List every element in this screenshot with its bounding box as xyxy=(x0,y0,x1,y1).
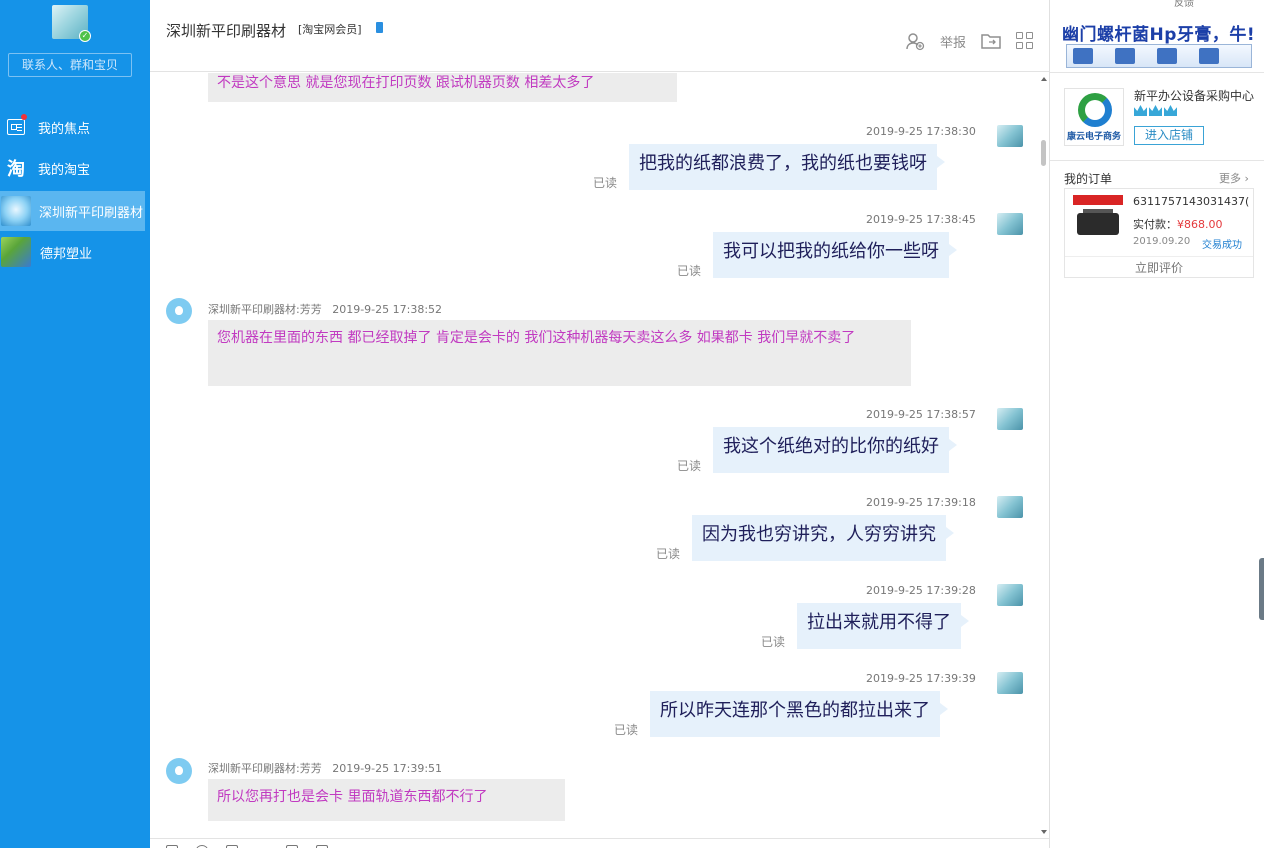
read-status: 已读 xyxy=(677,459,702,473)
apps-grid-icon[interactable] xyxy=(1015,31,1035,51)
message-timestamp: 2019-9-25 17:38:45 xyxy=(866,213,976,226)
message-scrollbar[interactable] xyxy=(1038,73,1049,838)
message-bubble-sent: 我可以把我的纸给你一些呀 xyxy=(713,232,957,278)
sidebar-item-contact-debang[interactable]: 德邦塑业 xyxy=(0,232,150,272)
message-list: 不是这个意思 就是您现在打印页数 跟试机器页数 相差太多了 2019-9-25 … xyxy=(150,73,1038,838)
sidebar-item-label: 深圳新平印刷器材 xyxy=(39,205,144,221)
window-controls: 反馈 xyxy=(1050,0,1264,10)
mobile-online-icon xyxy=(376,22,383,33)
enter-shop-button[interactable]: 进入店铺 xyxy=(1134,126,1204,145)
contact-avatar xyxy=(1,196,31,226)
message-bubble-sent: 把我的纸都浪费了，我的纸也要钱呀 xyxy=(629,144,945,190)
order-date: 2019.09.20 xyxy=(1133,236,1191,247)
contact-avatar xyxy=(1,237,31,267)
message-timestamp: 2019-9-25 17:39:39 xyxy=(866,672,976,685)
online-status-icon: ✓ xyxy=(79,30,91,42)
folder-icon[interactable] xyxy=(981,31,1001,51)
taobao-icon: 淘 xyxy=(7,159,25,180)
read-status: 已读 xyxy=(761,635,786,649)
message-bubble-received: 您机器在里面的东西 都已经取掉了 肯定是会卡的 我们这种机器每天卖这么多 如果都… xyxy=(208,320,911,386)
my-avatar xyxy=(997,125,1023,147)
qianniu-chat-window: ✓ 我的焦点 淘 我的淘宝 深圳新平印刷器材 德邦塑业 深圳新平印刷器材 [淘宝… xyxy=(0,0,1264,848)
read-status: 已读 xyxy=(614,723,639,737)
add-contact-icon[interactable] xyxy=(904,31,926,51)
shop-logo[interactable]: 康云电子商务 xyxy=(1064,88,1124,146)
orders-more-link[interactable]: 更多 › xyxy=(1219,170,1249,186)
order-id: 6311757143031437( xyxy=(1133,195,1250,208)
sidebar-item-my-taobao[interactable]: 淘 我的淘宝 xyxy=(0,148,150,188)
scrollbar-thumb[interactable] xyxy=(1041,140,1046,166)
shop-name[interactable]: 新平办公设备采购中心 xyxy=(1134,87,1254,104)
right-panel: 反馈 幽门螺杆菌Hp牙膏，牛! 康云电子商务 新平办公设备采购中心 进入店铺 我… xyxy=(1049,0,1264,848)
message-timestamp: 2019-9-25 17:38:57 xyxy=(866,408,976,421)
paid-amount: 实付款：¥868.00 xyxy=(1133,218,1223,231)
divider xyxy=(1050,72,1264,73)
chat-title: 深圳新平印刷器材 xyxy=(166,22,287,40)
crown-rating-icon xyxy=(1134,105,1177,116)
my-avatar xyxy=(997,408,1023,430)
message-sender: 深圳新平印刷器材:芳芳 2019-9-25 17:38:52 xyxy=(208,303,443,316)
divider xyxy=(1050,160,1264,161)
user-avatar[interactable]: ✓ xyxy=(52,5,91,42)
read-status: 已读 xyxy=(677,264,702,278)
chevron-right-icon: › xyxy=(1244,172,1249,185)
my-avatar xyxy=(997,496,1023,518)
input-toolbar xyxy=(150,838,1049,848)
message-sender: 深圳新平印刷器材:芳芳 2019-9-25 17:39:51 xyxy=(208,762,443,775)
message-bubble-sent: 我这个纸绝对的比你的纸好 xyxy=(713,427,957,473)
ad-banner-image[interactable] xyxy=(1066,44,1252,68)
order-status[interactable]: 交易成功 xyxy=(1202,236,1242,251)
read-status: 已读 xyxy=(656,547,681,561)
read-status: 已读 xyxy=(593,176,618,190)
my-avatar xyxy=(997,584,1023,606)
scroll-up-arrow-icon[interactable] xyxy=(1041,77,1047,81)
message-timestamp: 2019-9-25 17:39:28 xyxy=(866,584,976,597)
contact-search-input[interactable] xyxy=(8,53,132,77)
message-bubble-sent: 所以昨天连那个黑色的都拉出来了 xyxy=(650,691,948,737)
message-bubble-received: 不是这个意思 就是您现在打印页数 跟试机器页数 相差太多了 xyxy=(208,73,677,102)
report-button[interactable]: 举报 xyxy=(936,31,970,51)
notification-dot xyxy=(21,114,27,120)
chat-header: 深圳新平印刷器材 [淘宝网会员] 举报 xyxy=(150,0,1049,72)
my-avatar xyxy=(997,672,1023,694)
member-badge: [淘宝网会员] xyxy=(298,23,362,36)
feedback-link[interactable]: 反馈 xyxy=(1174,0,1194,9)
message-bubble-sent: 因为我也穷讲究，人穷穷讲究 xyxy=(692,515,954,561)
sidebar-item-label: 我的淘宝 xyxy=(38,162,91,178)
message-bubble-sent: 拉出来就用不得了 xyxy=(797,603,969,649)
scroll-down-arrow-icon[interactable] xyxy=(1041,830,1047,834)
my-orders-heading: 我的订单 xyxy=(1064,172,1113,186)
message-timestamp: 2019-9-25 17:38:30 xyxy=(866,125,976,138)
seller-avatar xyxy=(166,298,192,324)
side-drawer-handle[interactable] xyxy=(1259,558,1264,620)
sidebar: ✓ 我的焦点 淘 我的淘宝 深圳新平印刷器材 德邦塑业 xyxy=(0,0,150,848)
my-avatar xyxy=(997,213,1023,235)
message-timestamp: 2019-9-25 17:39:18 xyxy=(866,496,976,509)
seller-avatar xyxy=(166,758,192,784)
sidebar-item-label: 德邦塑业 xyxy=(40,246,93,262)
order-card[interactable]: 6311757143031437( 实付款：¥868.00 2019.09.20… xyxy=(1064,188,1254,278)
rate-now-button[interactable]: 立即评价 xyxy=(1065,256,1253,278)
message-bubble-received: 所以您再打也是会卡 里面轨道东西都不行了 xyxy=(208,779,565,821)
sidebar-item-label: 我的焦点 xyxy=(38,121,91,137)
sidebar-item-contact-xinping[interactable]: 深圳新平印刷器材 xyxy=(0,191,145,231)
sidebar-item-focus[interactable]: 我的焦点 xyxy=(0,107,150,147)
ad-banner-text[interactable]: 幽门螺杆菌Hp牙膏，牛! xyxy=(1062,20,1255,45)
printer-product-image[interactable] xyxy=(1073,195,1123,247)
